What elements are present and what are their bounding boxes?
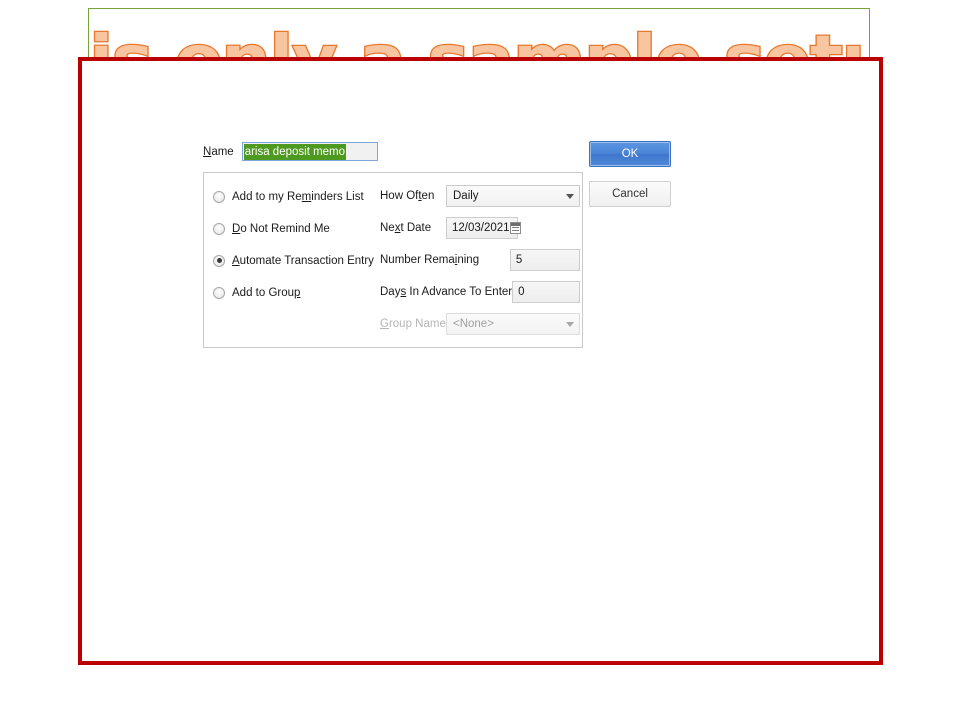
days-in-advance-label: Days In Advance To Enter <box>380 286 513 298</box>
radio-label: Add to my Reminders List <box>232 190 364 203</box>
radio-icon <box>213 286 225 299</box>
number-remaining-label: Number Remaining <box>380 254 480 266</box>
dialog-button-column: OK Cancel <box>589 141 671 207</box>
chevron-down-icon <box>566 193 574 199</box>
number-remaining-input[interactable]: 5 <box>509 249 580 271</box>
days-in-advance-value: 0 <box>518 286 525 298</box>
field-row-next-date: Next Date 12/03/2021 <box>380 216 580 240</box>
ok-button[interactable]: OK <box>589 141 671 167</box>
reminder-radio-group: Add to my Reminders List Do Not Remind M… <box>213 184 383 312</box>
field-row-number-remaining: Number Remaining 5 <box>380 248 580 272</box>
radio-icon <box>213 222 225 235</box>
radio-automate-transaction-entry[interactable]: Automate Transaction Entry <box>213 248 383 273</box>
radio-icon <box>213 190 225 203</box>
radio-do-not-remind-me[interactable]: Do Not Remind Me <box>213 216 383 241</box>
radio-icon-selected <box>213 254 225 267</box>
radio-label: Do Not Remind Me <box>232 222 330 235</box>
chevron-down-icon <box>566 321 574 327</box>
how-often-value: Daily <box>453 190 479 202</box>
calendar-icon[interactable] <box>509 222 521 234</box>
field-row-group-name: Group Name <None> <box>380 312 580 336</box>
number-remaining-value: 5 <box>515 254 523 266</box>
radio-label: Automate Transaction Entry <box>232 254 374 267</box>
group-name-value: <None> <box>453 318 494 330</box>
field-row-how-often: How Often Daily <box>380 184 580 208</box>
field-row-days-in-advance: Days In Advance To Enter 0 <box>380 280 580 304</box>
next-date-input[interactable]: 12/03/2021 <box>446 217 521 239</box>
name-input-value: arisa deposit memo <box>243 143 347 160</box>
radio-add-to-group[interactable]: Add to Group <box>213 280 383 305</box>
schedule-fields: How Often Daily Next Date 12/03/2021 Num… <box>380 184 580 344</box>
how-often-label: How Often <box>380 190 435 202</box>
group-name-dropdown: <None> <box>446 313 580 335</box>
name-label: Name <box>203 145 234 158</box>
radio-label: Add to Group <box>232 286 301 299</box>
how-often-dropdown[interactable]: Daily <box>446 185 580 207</box>
options-panel: Add to my Reminders List Do Not Remind M… <box>203 172 583 348</box>
cancel-button[interactable]: Cancel <box>589 181 671 207</box>
group-name-label: Group Name <box>380 318 446 330</box>
radio-add-to-reminders-list[interactable]: Add to my Reminders List <box>213 184 383 209</box>
name-input[interactable]: arisa deposit memo <box>241 142 378 161</box>
name-row: Name arisa deposit memo <box>203 142 378 161</box>
next-date-label: Next Date <box>380 222 432 234</box>
days-in-advance-input[interactable]: 0 <box>512 281 580 303</box>
next-date-value: 12/03/2021 <box>452 222 510 234</box>
